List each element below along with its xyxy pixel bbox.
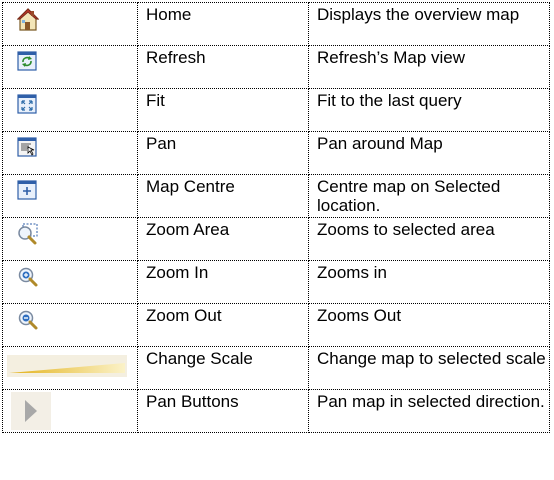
tool-description: Fit to the last query [317, 91, 462, 110]
tool-description: Zooms to selected area [317, 220, 495, 239]
description-cell: Pan map in selected direction. [308, 389, 550, 433]
name-cell: Zoom Area [137, 217, 309, 261]
change-scale-icon [3, 347, 137, 387]
tool-description: Pan around Map [317, 134, 443, 153]
name-cell: Home [137, 2, 309, 46]
table-row: Pan Buttons Pan map in selected directio… [2, 389, 550, 433]
map-centre-icon [3, 175, 137, 215]
description-cell: Zooms Out [308, 303, 550, 347]
name-cell: Fit [137, 88, 309, 132]
icon-cell [2, 88, 138, 132]
description-cell: Zooms in [308, 260, 550, 304]
tool-description: Zooms Out [317, 306, 402, 325]
table-row: Zoom Out Zooms Out [2, 303, 550, 347]
pan-icon [3, 132, 137, 172]
tool-name: Zoom Area [146, 220, 230, 239]
zoom-out-icon [3, 304, 137, 344]
name-cell: Pan Buttons [137, 389, 309, 433]
pan-buttons-icon [3, 390, 137, 430]
description-cell: Change map to selected scale [308, 346, 550, 390]
icon-cell [2, 131, 138, 175]
name-cell: Pan [137, 131, 309, 175]
description-cell: Fit to the last query [308, 88, 550, 132]
name-cell: Refresh [137, 45, 309, 89]
name-cell: Zoom Out [137, 303, 309, 347]
zoom-area-icon [3, 218, 137, 258]
name-cell: Map Centre [137, 174, 309, 218]
table-row: Zoom In Zooms in [2, 260, 550, 304]
zoom-in-icon [3, 261, 137, 301]
table-row: Pan Pan around Map [2, 131, 550, 175]
tool-name: Map Centre [146, 177, 235, 196]
table-row: Refresh Refresh’s Map view [2, 45, 550, 89]
icon-cell [2, 389, 138, 433]
tool-name: Change Scale [146, 349, 253, 368]
table-row: Home Displays the overview map [2, 2, 550, 46]
fit-icon [3, 89, 137, 129]
description-cell: Displays the overview map [308, 2, 550, 46]
tool-name: Refresh [146, 48, 206, 67]
tool-description: Centre map on Selected location. [317, 177, 501, 215]
tool-name: Zoom Out [146, 306, 222, 325]
icon-cell [2, 303, 138, 347]
table-row: Change Scale Change map to selected scal… [2, 346, 550, 390]
description-cell: Pan around Map [308, 131, 550, 175]
refresh-icon [3, 46, 137, 86]
icon-cell [2, 45, 138, 89]
tool-description: Change map to selected scale [317, 349, 546, 368]
tool-name: Pan [146, 134, 177, 153]
icon-cell [2, 174, 138, 218]
icon-cell [2, 260, 138, 304]
name-cell: Zoom In [137, 260, 309, 304]
tool-description: Refresh’s Map view [317, 48, 466, 67]
icon-cell [2, 2, 138, 46]
tool-name: Zoom In [146, 263, 209, 282]
toolbar-legend-table: Home Displays the overview map Refresh R [2, 2, 550, 433]
description-cell: Centre map on Selected location. [308, 174, 550, 218]
tool-description: Zooms in [317, 263, 387, 282]
icon-cell [2, 346, 138, 390]
name-cell: Change Scale [137, 346, 309, 390]
table-row: Fit Fit to the last query [2, 88, 550, 132]
tool-description: Displays the overview map [317, 5, 520, 24]
table-row: Zoom Area Zooms to selected area [2, 217, 550, 261]
description-cell: Refresh’s Map view [308, 45, 550, 89]
tool-name: Fit [146, 91, 165, 110]
home-icon [3, 3, 137, 43]
tool-description: Pan map in selected direction. [317, 392, 545, 411]
description-cell: Zooms to selected area [308, 217, 550, 261]
table-row: Map Centre Centre map on Selected locati… [2, 174, 550, 218]
icon-cell [2, 217, 138, 261]
tool-name: Home [146, 5, 192, 24]
tool-name: Pan Buttons [146, 392, 239, 411]
